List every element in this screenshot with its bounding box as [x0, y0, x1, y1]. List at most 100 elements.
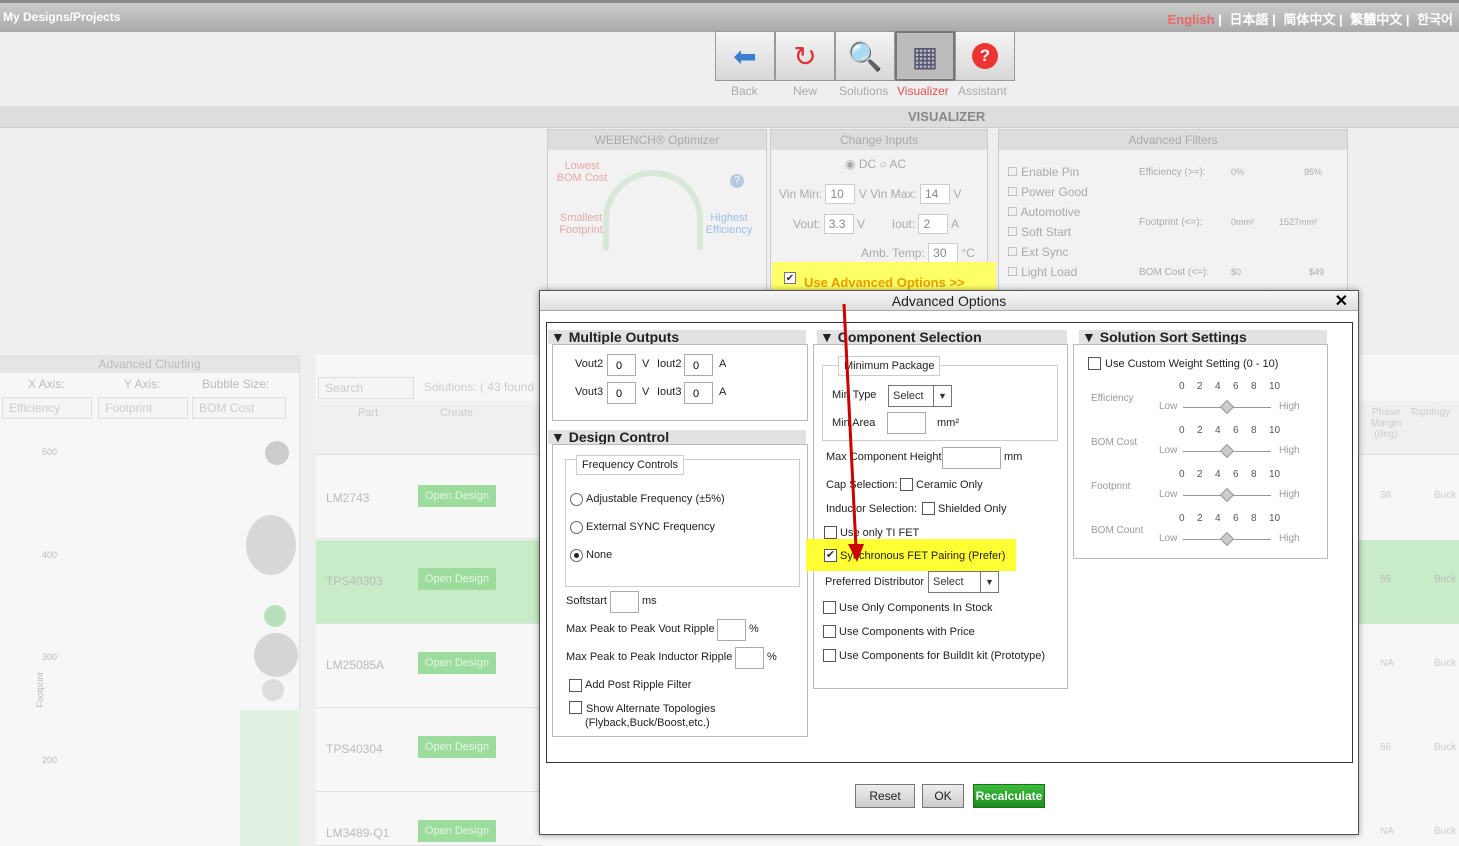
multiple-outputs-header[interactable]: ▼ Multiple Outputs — [548, 330, 806, 344]
filter-power-good[interactable]: ☐ Power Good — [1007, 182, 1088, 202]
none-label[interactable]: None — [586, 549, 612, 561]
open-design-button[interactable]: Open Design — [418, 652, 496, 674]
part-name[interactable]: TPS40304 — [326, 742, 383, 756]
open-design-button[interactable]: Open Design — [418, 485, 496, 507]
min-area-input[interactable] — [887, 412, 926, 434]
solutions-label[interactable]: Solutions — [839, 84, 888, 98]
shielded-only-checkbox[interactable] — [922, 502, 935, 515]
app-title[interactable]: My Designs/Projects — [3, 10, 120, 24]
iout-field[interactable]: 2 — [918, 214, 949, 234]
part-name[interactable]: LM2743 — [326, 491, 369, 505]
advanced-options-link[interactable]: Use Advanced Options >> — [804, 275, 965, 290]
table-row[interactable]: LM25085A Open Design — [316, 624, 542, 708]
adjustable-frequency-radio[interactable] — [570, 493, 583, 506]
shielded-only-label[interactable]: Shielded Only — [938, 503, 1007, 515]
ceramic-only-label[interactable]: Ceramic Only — [916, 479, 983, 491]
vout-ripple-input[interactable] — [717, 619, 746, 641]
ceramic-only-checkbox[interactable] — [900, 478, 913, 491]
sort-settings-header[interactable]: ▼ Solution Sort Settings — [1079, 330, 1327, 344]
buildit-checkbox[interactable] — [823, 649, 836, 662]
col-phase-margin[interactable]: Phase Margin (deg) — [1368, 407, 1404, 440]
external-sync-radio[interactable] — [570, 521, 583, 534]
visualizer-button[interactable]: ▦ — [895, 31, 955, 81]
vout2-input[interactable]: 0 — [607, 354, 636, 376]
external-sync-label[interactable]: External SYNC Frequency — [586, 521, 715, 533]
iout2-input[interactable]: 0 — [684, 354, 713, 376]
pref-distributor-select[interactable]: Select ▼ — [928, 571, 999, 593]
open-design-button[interactable]: Open Design — [418, 568, 496, 590]
adjustable-frequency-label[interactable]: Adjustable Frequency (±5%) — [586, 493, 725, 505]
table-row[interactable]: TPS40304 Open Design — [316, 708, 542, 792]
part-name[interactable]: LM25085A — [326, 658, 384, 672]
open-design-button[interactable]: Open Design — [418, 820, 496, 842]
assistant-button[interactable]: ? — [955, 31, 1015, 81]
iout3-input[interactable]: 0 — [684, 382, 713, 404]
new-label[interactable]: New — [793, 84, 817, 98]
filter-automotive[interactable]: ☐ Automotive — [1007, 202, 1088, 222]
post-ripple-checkbox[interactable] — [569, 679, 582, 692]
new-button[interactable]: ↻ — [775, 31, 835, 81]
close-icon[interactable]: ✕ — [1335, 292, 1348, 312]
ok-button[interactable]: OK — [922, 784, 964, 808]
visualizer-label[interactable]: Visualizer — [897, 84, 949, 98]
back-button[interactable]: ⬅ — [715, 31, 775, 81]
filter-light-load[interactable]: ☐ Light Load — [1007, 262, 1088, 282]
chart-bubble[interactable] — [265, 441, 289, 465]
lang-english[interactable]: English — [1168, 12, 1215, 27]
with-price-checkbox[interactable] — [823, 625, 836, 638]
max-height-input[interactable] — [942, 447, 1001, 469]
assistant-label[interactable]: Assistant — [958, 84, 1007, 98]
none-radio[interactable] — [570, 549, 583, 562]
solutions-button[interactable]: 🔍 — [835, 31, 895, 81]
filter-soft-start[interactable]: ☐ Soft Start — [1007, 222, 1088, 242]
col-topology[interactable]: Topology — [1410, 407, 1450, 418]
custom-weight-label[interactable]: Use Custom Weight Setting (0 - 10) — [1105, 358, 1278, 370]
chart-bubble[interactable] — [246, 515, 296, 575]
chart-bubble[interactable] — [254, 633, 298, 677]
bubble-size-select[interactable]: BOM Cost — [192, 397, 286, 419]
filter-ext-sync[interactable]: ☐ Ext Sync — [1007, 242, 1088, 262]
vout-field[interactable]: 3.3 — [823, 214, 854, 234]
table-row[interactable]: LM2743 Open Design — [316, 455, 542, 539]
advanced-options-checkbox[interactable]: ✔ — [784, 272, 796, 284]
in-stock-checkbox[interactable] — [823, 601, 836, 614]
table-row[interactable]: LM3489-Q1 Open Design — [316, 792, 542, 846]
amb-temp-field[interactable]: 30 — [928, 243, 959, 263]
y-axis-select[interactable]: Footprint — [98, 397, 188, 419]
vin-max-field[interactable]: 14 — [920, 184, 950, 204]
optimizer-dial[interactable] — [603, 170, 703, 250]
inductor-ripple-input[interactable] — [735, 647, 764, 669]
buildit-label[interactable]: Use Components for BuildIt kit (Prototyp… — [839, 650, 1045, 662]
dc-radio[interactable]: ◉ DC ○ AC — [845, 157, 906, 171]
lang-simplified-chinese[interactable]: 简体中文 — [1283, 12, 1335, 27]
vin-min-field[interactable]: 10 — [825, 184, 856, 204]
x-axis-select[interactable]: Efficiency — [2, 397, 92, 419]
softstart-input[interactable] — [610, 591, 639, 613]
lang-traditional-chinese[interactable]: 繁體中文 — [1350, 12, 1402, 27]
part-name[interactable]: TPS40303 — [326, 574, 383, 588]
table-row[interactable]: TPS40303 Open Design — [316, 540, 542, 624]
lang-korean[interactable]: 한국어 — [1417, 12, 1453, 27]
alt-topologies-label[interactable]: Show Alternate Topologies — [586, 703, 715, 715]
reset-button[interactable]: Reset — [855, 784, 915, 808]
dialog-title-bar[interactable]: Advanced Options ✕ — [540, 291, 1358, 311]
chart-bubble[interactable] — [264, 605, 286, 627]
col-part[interactable]: Part — [358, 407, 378, 419]
open-design-button[interactable]: Open Design — [418, 736, 496, 758]
custom-weight-checkbox[interactable] — [1088, 357, 1101, 370]
vout3-input[interactable]: 0 — [607, 382, 636, 404]
recalculate-button[interactable]: Recalculate — [973, 784, 1045, 808]
design-control-header[interactable]: ▼ Design Control — [548, 430, 806, 444]
alt-topologies-checkbox[interactable] — [569, 701, 582, 714]
chart-bubble[interactable] — [262, 679, 284, 701]
back-label[interactable]: Back — [731, 84, 758, 98]
post-ripple-label[interactable]: Add Post Ripple Filter — [585, 679, 691, 691]
lang-japanese[interactable]: 日本語 — [1229, 12, 1268, 27]
min-type-select[interactable]: Select ▼ — [888, 385, 952, 407]
col-create[interactable]: Create — [440, 407, 473, 419]
filter-enable-pin[interactable]: ☐ Enable Pin — [1007, 162, 1088, 182]
part-name[interactable]: LM3489-Q1 — [326, 826, 389, 840]
in-stock-label[interactable]: Use Only Components In Stock — [839, 602, 992, 614]
search-input[interactable]: Search — [318, 377, 414, 399]
with-price-label[interactable]: Use Components with Price — [839, 626, 975, 638]
